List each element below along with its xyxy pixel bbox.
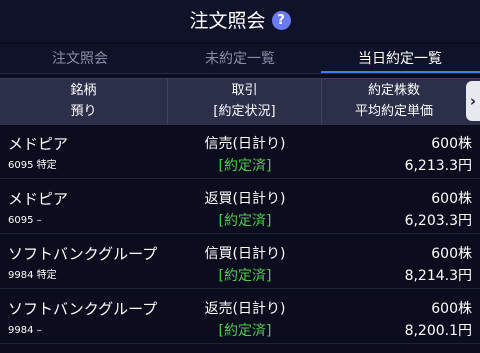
- stock-name: メドピア: [8, 190, 69, 208]
- column-header: 銘柄 預り 取引 [約定状況] 約定株数 平均約定単価: [0, 78, 480, 125]
- column-custody-label: 預り: [70, 104, 97, 119]
- stock-code: 9984 特定: [8, 270, 57, 281]
- trade-type: 信買(日計り): [204, 246, 286, 262]
- stock-code: 6095 –: [8, 215, 42, 226]
- tab-today-executed-list[interactable]: 当日約定一覧: [320, 44, 480, 74]
- execution-status: [約定済]: [218, 158, 272, 174]
- column-stock: 銘柄 預り: [0, 78, 168, 125]
- column-trade-label: 取引: [231, 83, 258, 98]
- average-price: 6,203.3円: [404, 213, 472, 229]
- executed-quantity: 600株: [431, 246, 472, 262]
- average-price: 8,214.3円: [404, 268, 472, 284]
- execution-status: [約定済]: [218, 323, 272, 339]
- table-row[interactable]: ソフトバンクグループ 9984 – 返売(日計り) [約定済] 600株 8,2…: [0, 291, 480, 344]
- average-price: 8,200.1円: [404, 323, 472, 339]
- tab-order-inquiry[interactable]: 注文照会: [0, 44, 160, 74]
- stock-code: 6095 特定: [8, 160, 57, 171]
- executed-quantity: 600株: [431, 301, 472, 317]
- column-trade: 取引 [約定状況]: [168, 78, 322, 125]
- column-avg-price-label: 平均約定単価: [354, 104, 433, 119]
- trade-type: 返買(日計り): [204, 191, 286, 207]
- table-row[interactable]: メドピア 6095 特定 信売(日計り) [約定済] 600株 6,213.3円: [0, 126, 480, 179]
- table-row[interactable]: メドピア 6095 – 返買(日計り) [約定済] 600株 6,203.3円: [0, 181, 480, 234]
- column-quantity-label: 約定株数: [367, 83, 420, 98]
- average-price: 6,213.3円: [404, 158, 472, 174]
- execution-status: [約定済]: [218, 268, 272, 284]
- stock-name: ソフトバンクグループ: [8, 245, 158, 263]
- help-icon[interactable]: ?: [271, 11, 291, 30]
- trade-type: 返売(日計り): [204, 301, 286, 317]
- stock-code: 9984 –: [8, 325, 42, 336]
- tab-unexecuted-list[interactable]: 未約定一覧: [160, 44, 320, 74]
- trade-type: 信売(日計り): [204, 136, 286, 152]
- stock-name: ソフトバンクグループ: [8, 300, 158, 318]
- chevron-right-icon[interactable]: ›: [466, 81, 480, 121]
- table-row[interactable]: ソフトバンクグループ 9984 特定 信買(日計り) [約定済] 600株 8,…: [0, 236, 480, 289]
- tab-divider: [0, 73, 480, 74]
- execution-status: [約定済]: [218, 213, 272, 229]
- column-status-label: [約定状況]: [213, 104, 276, 119]
- executed-quantity: 600株: [431, 136, 472, 152]
- page-title: 注文照会: [189, 9, 266, 32]
- column-quantity: 約定株数 平均約定単価: [322, 78, 466, 125]
- header-bar: 注文照会?: [0, 0, 480, 42]
- stock-name: メドピア: [8, 135, 69, 153]
- page-title-wrap: 注文照会?: [0, 8, 480, 33]
- column-stock-label: 銘柄: [70, 83, 97, 98]
- executed-quantity: 600株: [431, 191, 472, 207]
- tab-bar: 注文照会 未約定一覧 当日約定一覧: [0, 44, 480, 74]
